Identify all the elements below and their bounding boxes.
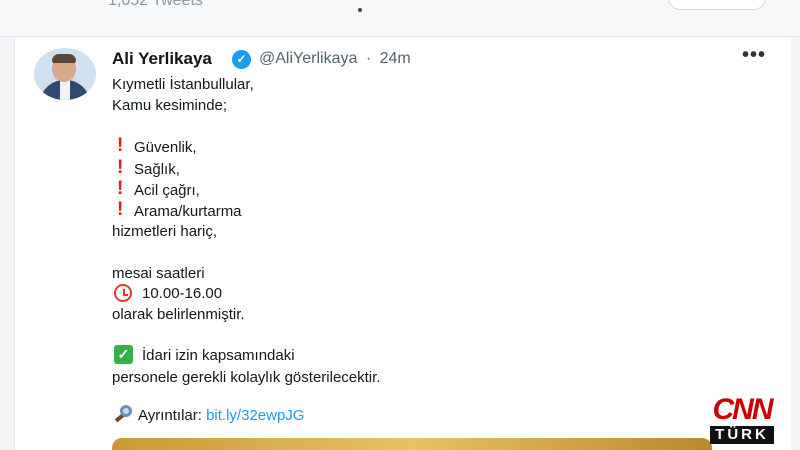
tweet-line: Kamu kesiminde;: [112, 97, 228, 114]
tweet-line: Sağlık,: [134, 161, 180, 178]
alarm-clock-icon: [114, 284, 132, 302]
dot-divider: [358, 8, 362, 12]
more-options-icon[interactable]: •••: [742, 44, 766, 67]
profile-header-strip: 1,052 Tweets: [0, 0, 800, 37]
link-preview-card[interactable]: [112, 438, 712, 450]
tweet-line: mesai saatleri: [112, 265, 205, 282]
cnn-turk-logo: CNN TÜRK: [708, 394, 776, 446]
author-handle-line: @AliYerlikaya · 24m: [259, 50, 415, 68]
tweet-line: Arama/kurtarma: [134, 203, 242, 220]
tweet-line: hizmetleri hariç,: [112, 223, 218, 240]
exclamation-icon: !: [117, 199, 124, 220]
details-label: Ayrıntılar:: [138, 407, 202, 424]
check-mark-icon: ✓: [114, 345, 133, 364]
tweet-line: İdari izin kapsamındaki: [142, 347, 295, 364]
tweet-line: Kıymetli İstanbullular,: [112, 76, 254, 93]
details-link[interactable]: bit.ly/32ewpJG: [206, 407, 304, 424]
tweet-line: Güvenlik,: [134, 139, 197, 156]
exclamation-icon: !: [117, 157, 124, 178]
tweet-line: olarak belirlenmiştir.: [112, 306, 245, 323]
logo-bottom: TÜRK: [710, 426, 774, 444]
logo-top: CNN: [712, 393, 774, 426]
exclamation-icon: !: [117, 135, 124, 156]
follow-button[interactable]: [668, 0, 766, 10]
avatar[interactable]: [34, 48, 96, 100]
tweet-line: personele gerekli kolaylık gösterilecekt…: [112, 369, 381, 386]
verified-badge-icon: ✓: [232, 50, 251, 69]
tweet-count: 1,052 Tweets: [108, 0, 203, 9]
tweet-line: 10.00-16.00: [142, 285, 223, 302]
separator-dot: ·: [365, 50, 372, 67]
details-line: Ayrıntılar: bit.ly/32ewpJG: [138, 407, 304, 425]
magnifier-icon: [114, 404, 136, 424]
exclamation-icon: !: [117, 178, 124, 199]
author-name[interactable]: Ali Yerlikaya: [112, 49, 212, 69]
tweet-time[interactable]: 24m: [380, 50, 411, 67]
author-handle[interactable]: @AliYerlikaya: [259, 50, 357, 67]
tweet-line: Acil çağrı,: [134, 182, 200, 199]
